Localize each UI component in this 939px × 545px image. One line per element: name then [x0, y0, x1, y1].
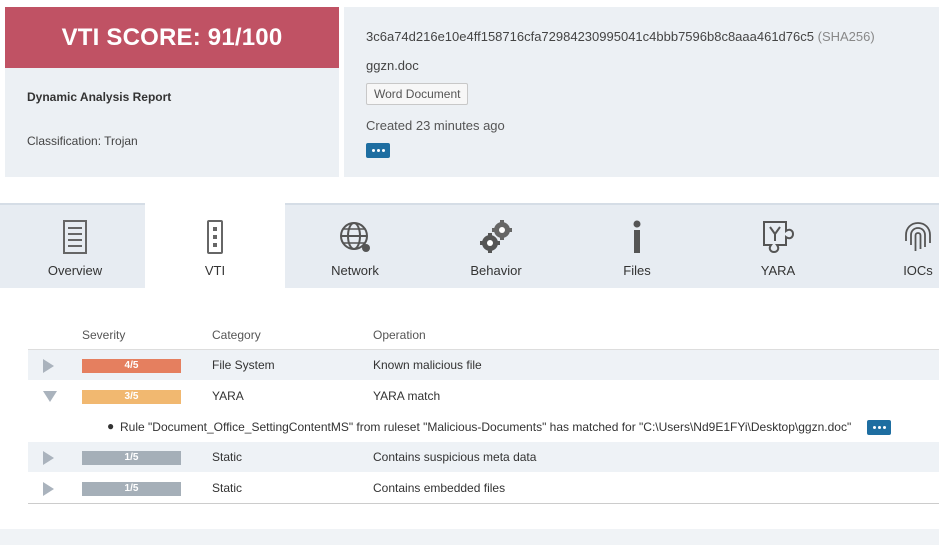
report-title: Dynamic Analysis Report	[27, 90, 172, 104]
file-info-panel: 3c6a74d216e10e4ff158716cfa72984230995041…	[344, 7, 939, 177]
file-name: ggzn.doc	[366, 58, 419, 73]
expand-arrow-icon[interactable]	[43, 451, 54, 465]
tab-label: VTI	[204, 263, 226, 278]
tab-network[interactable]: Network	[285, 203, 425, 290]
gears-icon	[480, 220, 512, 253]
dot	[381, 149, 385, 152]
classification-label: Classification: Trojan	[27, 134, 138, 148]
table-header: Severity Category Operation	[28, 320, 939, 350]
tab-overview[interactable]: Overview	[5, 203, 145, 290]
globe-network-icon	[340, 222, 370, 252]
tab-behavior[interactable]: Behavior	[426, 203, 566, 290]
document-icon	[63, 220, 87, 254]
severity-bar: 1/5	[82, 451, 181, 465]
row-operation: Known malicious file	[373, 358, 482, 372]
severity-bar: 3/5	[82, 390, 181, 404]
tab-label: Behavior	[470, 263, 522, 278]
created-time: Created 23 minutes ago	[366, 118, 505, 133]
tab-label: IOCs	[903, 263, 933, 278]
severity-bar: 4/5	[82, 359, 181, 373]
table-row[interactable]: 3/5 YARA YARA match	[28, 381, 939, 412]
footer-strip	[0, 529, 939, 545]
row-category: Static	[212, 481, 243, 495]
vti-score-banner: VTI SCORE: 91/100	[5, 7, 339, 68]
tab-files[interactable]: Files	[567, 203, 707, 290]
dot	[376, 149, 380, 152]
vti-icon	[207, 220, 223, 254]
row-operation: YARA match	[373, 389, 441, 403]
fingerprint-icon	[905, 222, 931, 251]
tab-label: Network	[331, 263, 379, 278]
dot	[371, 149, 375, 152]
hash-type: (SHA256)	[817, 29, 875, 44]
info-icon	[633, 220, 641, 253]
severity-bar: 1/5	[82, 482, 181, 496]
bullet-icon: ●	[107, 419, 115, 433]
detail-more-button[interactable]	[867, 420, 891, 435]
row-category: YARA	[212, 389, 244, 403]
row-category: Static	[212, 450, 243, 464]
tab-yara[interactable]: YARA	[708, 203, 848, 290]
operation-header[interactable]: Operation	[373, 328, 426, 342]
expand-arrow-icon[interactable]	[43, 359, 54, 373]
dot	[882, 426, 886, 429]
row-operation: Contains suspicious meta data	[373, 450, 537, 464]
row-detail: ● Rule "Document_Office_SettingContentMS…	[28, 412, 939, 442]
tab-vti[interactable]: VTI	[145, 203, 285, 290]
file-hash-line: 3c6a74d216e10e4ff158716cfa72984230995041…	[366, 29, 875, 44]
summary-panel: VTI SCORE: 91/100 Dynamic Analysis Repor…	[5, 7, 339, 177]
yara-puzzle-icon	[763, 221, 795, 254]
vti-table: Severity Category Operation 4/5 File Sys…	[28, 320, 939, 504]
severity-header[interactable]: Severity	[82, 328, 125, 342]
tab-label: YARA	[760, 263, 796, 278]
row-category: File System	[212, 358, 275, 372]
tab-iocs[interactable]: IOCs	[848, 203, 939, 290]
yara-match-detail: Rule "Document_Office_SettingContentMS" …	[120, 420, 852, 434]
expand-arrow-icon[interactable]	[43, 482, 54, 496]
collapse-arrow-icon[interactable]	[43, 391, 57, 402]
tab-label: Files	[623, 263, 651, 278]
dot	[877, 426, 881, 429]
row-operation: Contains embedded files	[373, 481, 506, 495]
dot	[872, 426, 876, 429]
tab-label: Overview	[47, 263, 103, 278]
table-row[interactable]: 1/5 Static Contains embedded files	[28, 473, 939, 504]
report-tab-bar: Overview VTI Network Behavior Files YARA…	[0, 203, 939, 290]
category-header[interactable]: Category	[212, 328, 261, 342]
file-hash[interactable]: 3c6a74d216e10e4ff158716cfa72984230995041…	[366, 29, 814, 44]
file-type-badge: Word Document	[366, 83, 469, 105]
more-options-button[interactable]	[366, 143, 390, 158]
table-row[interactable]: 1/5 Static Contains suspicious meta data	[28, 442, 939, 473]
table-row[interactable]: 4/5 File System Known malicious file	[28, 350, 939, 381]
